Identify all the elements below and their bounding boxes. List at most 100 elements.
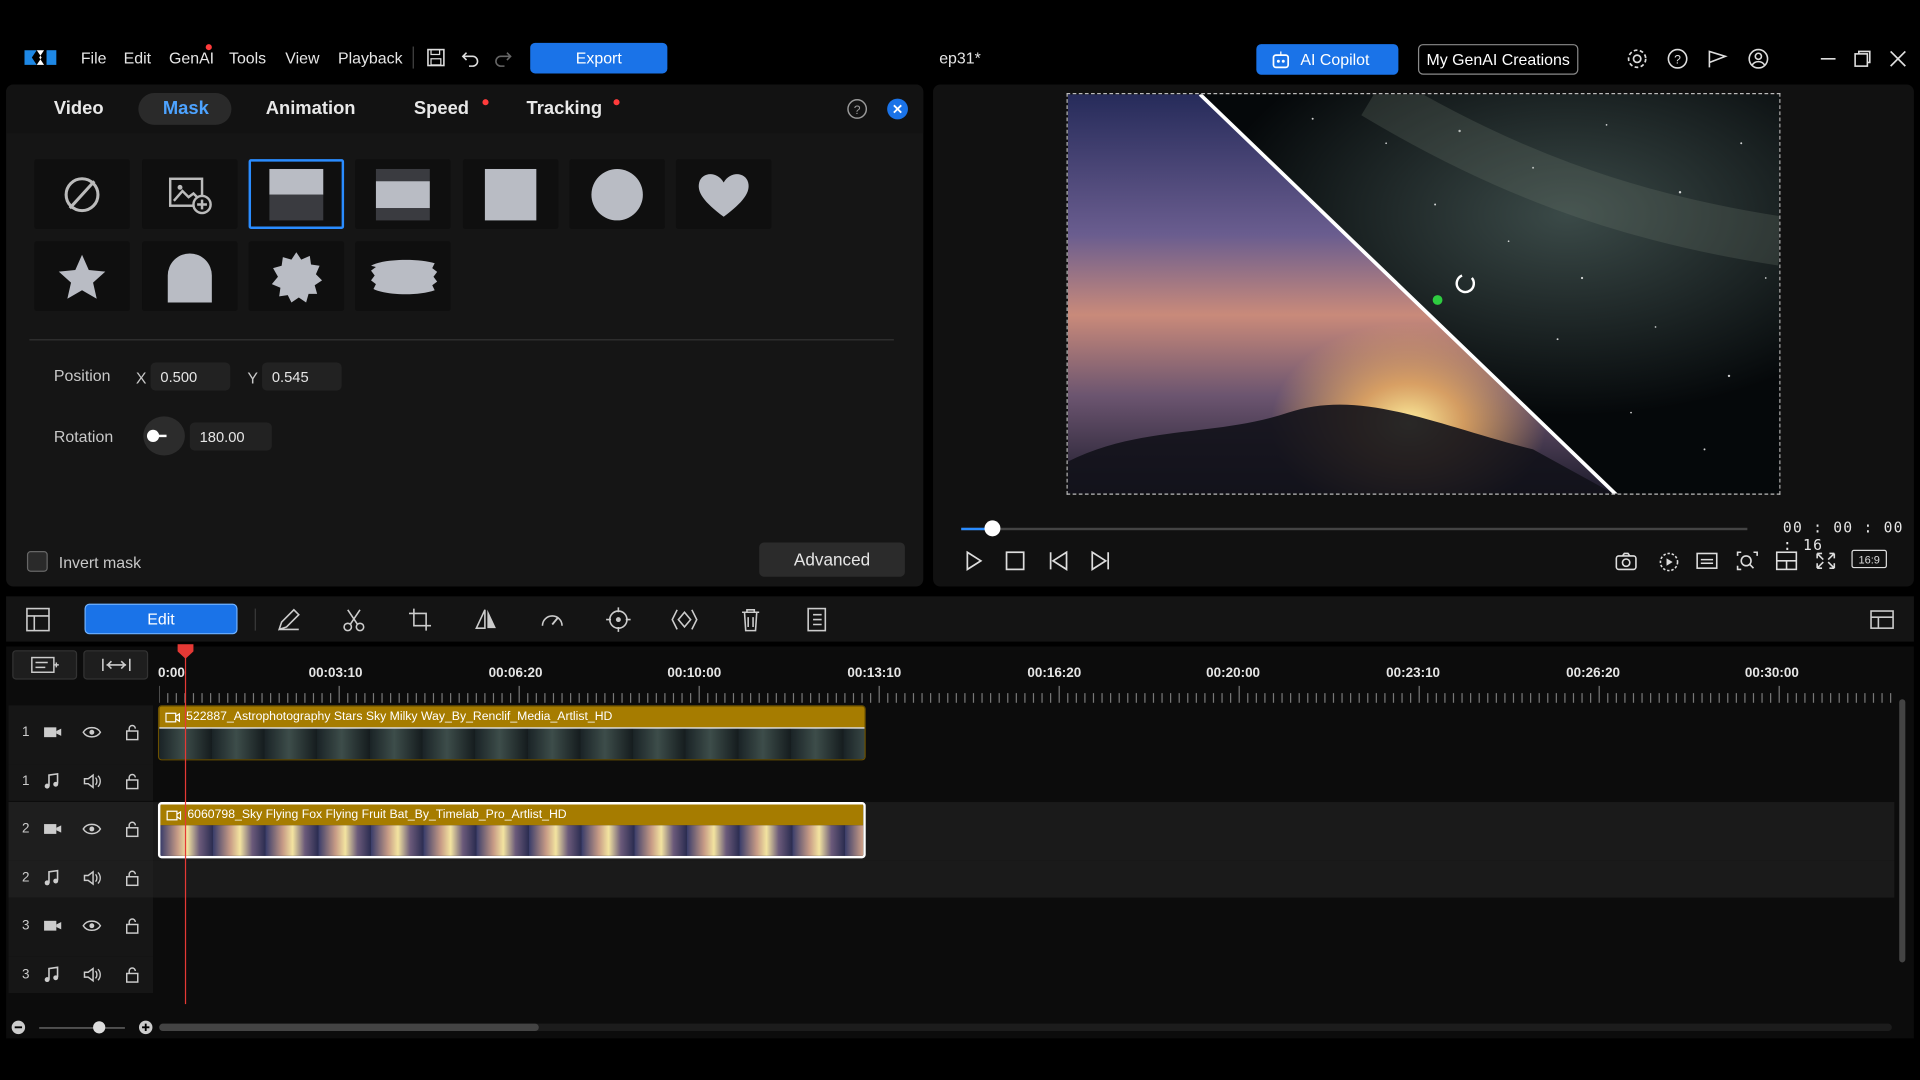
playhead-handle[interactable]: [177, 644, 194, 659]
mask-image-tile[interactable]: [142, 159, 238, 229]
tab-video[interactable]: Video: [54, 98, 104, 119]
tab-animation[interactable]: Animation: [266, 98, 356, 119]
rotation-dial[interactable]: [143, 416, 185, 456]
lock-track-icon[interactable]: [125, 917, 140, 940]
keyframe-icon[interactable]: [671, 606, 698, 633]
menu-view[interactable]: View: [285, 49, 319, 67]
preview-timecode: 00 : 00 : 00 : 16: [1782, 519, 1904, 554]
previous-frame-icon[interactable]: [1047, 550, 1071, 572]
timeline-settings-icon[interactable]: [1869, 606, 1896, 633]
motion-tracking-icon[interactable]: [605, 606, 632, 633]
mask-none-tile[interactable]: [34, 159, 130, 229]
next-frame-icon[interactable]: [1087, 550, 1111, 572]
lock-track-icon[interactable]: [125, 869, 140, 892]
fit-timeline-button[interactable]: [83, 650, 149, 680]
menu-file[interactable]: File: [81, 49, 107, 67]
video-clip-1[interactable]: 522887_Astrophotography Stars Sky Milky …: [157, 705, 866, 761]
add-track-button[interactable]: [12, 650, 78, 680]
fullscreen-icon[interactable]: [1813, 550, 1837, 572]
clip-thumbnails: [159, 727, 865, 760]
more-tools-icon[interactable]: [803, 606, 830, 633]
app-logo: [24, 50, 57, 65]
lock-track-icon[interactable]: [125, 966, 140, 989]
mask-arch-tile[interactable]: [142, 241, 238, 312]
delete-trash-icon[interactable]: [737, 606, 764, 633]
mask-heart-tile[interactable]: [675, 159, 772, 229]
panel-help-icon[interactable]: ?: [846, 98, 868, 120]
invert-mask-checkbox[interactable]: [26, 551, 48, 572]
preview-scrub-handle[interactable]: [984, 520, 1001, 537]
zoom-out-icon[interactable]: [11, 1020, 26, 1035]
subtitle-icon[interactable]: [1695, 550, 1719, 572]
mask-square-tile[interactable]: [462, 159, 559, 229]
visibility-eye-icon[interactable]: [82, 724, 102, 746]
speed-gauge-icon[interactable]: [539, 606, 566, 633]
rotation-input[interactable]: 180.00: [189, 422, 272, 451]
layout-icon[interactable]: [24, 606, 51, 633]
aspect-ratio-button[interactable]: 16:9: [1851, 549, 1887, 569]
mask-star-tile[interactable]: [34, 241, 130, 312]
crop-icon[interactable]: [407, 606, 434, 633]
minimize-icon[interactable]: [1817, 48, 1839, 70]
lock-track-icon[interactable]: [125, 820, 140, 843]
mask-half-tile[interactable]: [248, 159, 345, 229]
position-y-input[interactable]: 0.545: [262, 362, 342, 391]
snapshot-camera-icon[interactable]: [1614, 550, 1638, 572]
mute-speaker-icon[interactable]: [82, 773, 102, 796]
visibility-eye-icon[interactable]: [82, 917, 102, 939]
brush-mask-icon: [371, 259, 438, 294]
edit-button[interactable]: Edit: [84, 603, 238, 635]
render-preview-icon[interactable]: [1657, 550, 1681, 572]
mask-circle-tile[interactable]: [569, 159, 665, 229]
mask-brush-tile[interactable]: [355, 241, 451, 312]
mute-speaker-icon[interactable]: [82, 966, 102, 989]
tab-mask[interactable]: Mask: [163, 98, 209, 119]
play-icon[interactable]: [961, 550, 985, 572]
ai-copilot-button[interactable]: AI Copilot: [1256, 44, 1399, 75]
mask-burst-tile[interactable]: [248, 241, 345, 312]
timeline-vertical-scrollbar[interactable]: [1899, 699, 1906, 963]
video-preview[interactable]: [1066, 93, 1781, 495]
tracking-indicator-dot: [613, 99, 620, 106]
mask-band-tile[interactable]: [355, 159, 451, 229]
flip-icon[interactable]: [473, 606, 500, 633]
help-icon[interactable]: ?: [1667, 48, 1689, 70]
export-button[interactable]: Export: [530, 42, 668, 74]
settings-gear-icon[interactable]: [1626, 48, 1648, 70]
tab-tracking[interactable]: Tracking: [527, 98, 603, 119]
pen-edit-icon[interactable]: [276, 606, 303, 633]
playhead-line[interactable]: [184, 646, 187, 1005]
stop-icon[interactable]: [1003, 550, 1027, 572]
tab-speed[interactable]: Speed: [414, 98, 469, 119]
position-x-input[interactable]: 0.500: [150, 362, 231, 391]
split-scissors-icon[interactable]: [340, 606, 367, 633]
menu-genai[interactable]: GenAI: [169, 49, 214, 67]
restore-icon[interactable]: [1851, 48, 1873, 70]
video-clip-2[interactable]: 6060798_Sky Flying Fox Flying Fruit Bat_…: [157, 802, 866, 859]
zoom-in-icon[interactable]: [138, 1020, 153, 1035]
preview-scrub-track[interactable]: [961, 527, 1748, 531]
menu-playback[interactable]: Playback: [338, 49, 403, 67]
menu-separator: [412, 46, 414, 69]
lock-track-icon[interactable]: [125, 724, 140, 747]
undo-icon[interactable]: [460, 48, 480, 68]
lock-track-icon[interactable]: [125, 773, 140, 796]
grid-layout-icon[interactable]: [1774, 550, 1798, 572]
zoom-slider-handle[interactable]: [93, 1021, 106, 1034]
advanced-button[interactable]: Advanced: [759, 542, 905, 577]
redo-icon[interactable]: [493, 48, 513, 68]
my-genai-creations-button[interactable]: My GenAI Creations: [1417, 44, 1579, 75]
menu-tools[interactable]: Tools: [229, 49, 266, 67]
mute-speaker-icon[interactable]: [82, 869, 102, 892]
timeline-scroll-thumb[interactable]: [159, 1023, 539, 1032]
menu-edit[interactable]: Edit: [124, 49, 151, 67]
close-window-icon[interactable]: [1887, 48, 1909, 70]
visibility-eye-icon[interactable]: [82, 820, 102, 842]
save-icon[interactable]: [426, 48, 446, 68]
zoom-preview-icon[interactable]: [1735, 550, 1759, 572]
feedback-icon[interactable]: [1707, 48, 1729, 70]
zoom-slider-track[interactable]: [39, 1027, 125, 1029]
panel-close-icon[interactable]: [887, 98, 909, 120]
account-icon[interactable]: [1747, 48, 1769, 70]
ruler-label: 00:23:10: [1386, 666, 1441, 681]
